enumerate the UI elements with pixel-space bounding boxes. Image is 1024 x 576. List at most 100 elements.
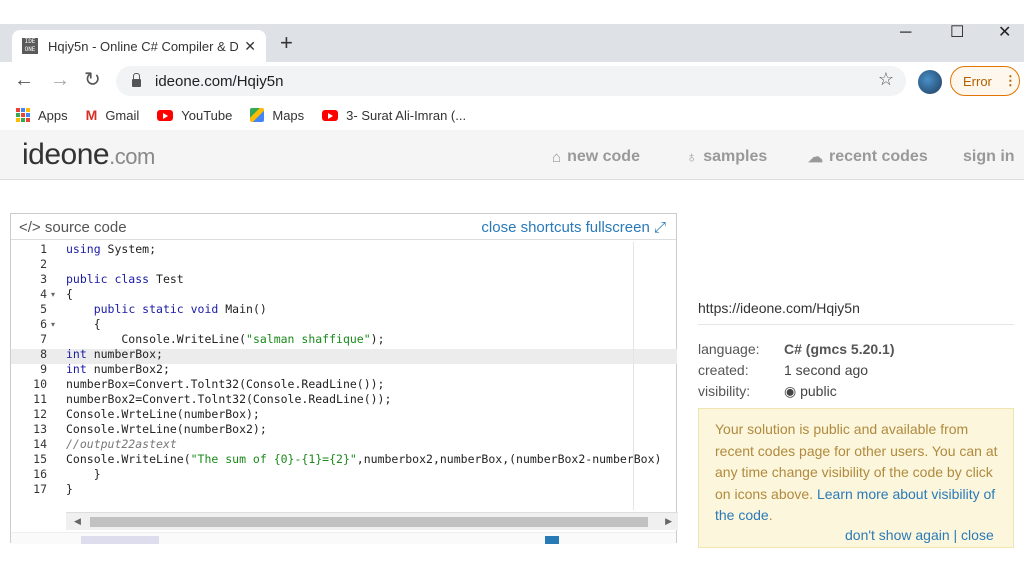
scroll-left-icon[interactable]: ◀ bbox=[74, 516, 81, 527]
code-line[interactable]: Console.WrteLine(numberBox2); bbox=[66, 422, 267, 437]
lock-icon[interactable] bbox=[132, 73, 141, 87]
tab-close-icon[interactable]: ✕ bbox=[244, 38, 256, 55]
bulb-icon: ♁ bbox=[686, 148, 698, 166]
error-button[interactable]: Error ⋮ bbox=[950, 66, 1020, 96]
code-line[interactable]: Console.WrteLine(numberBox); bbox=[66, 407, 260, 422]
window-close-icon[interactable]: ✕ bbox=[998, 24, 1011, 42]
editor-footer bbox=[11, 532, 676, 544]
address-bar[interactable]: ideone.com/Hqiy5n ☆ bbox=[116, 66, 906, 96]
back-icon[interactable]: ← bbox=[14, 68, 34, 92]
reload-icon[interactable]: ↻ bbox=[84, 68, 101, 92]
forward-icon[interactable]: → bbox=[50, 68, 70, 92]
line-number: 3 bbox=[40, 272, 47, 286]
code-line[interactable]: Console.WriteLine("The sum of {0}-{1}={2… bbox=[66, 452, 661, 467]
language-row: language: C# (gmcs 5.20.1) bbox=[698, 341, 1014, 357]
code-line[interactable]: Console.WriteLine("salman shaffique"); bbox=[66, 332, 384, 347]
tab-title: Hqiy5n - Online C# Compiler & D bbox=[48, 38, 239, 54]
ideone-logo[interactable]: ideone.com bbox=[22, 138, 155, 172]
menu-dots-icon[interactable]: ⋮ bbox=[1004, 73, 1017, 89]
line-number: 14 bbox=[33, 437, 47, 451]
code-line[interactable]: } bbox=[66, 467, 101, 482]
editor-actions[interactable]: close shortcuts fullscreen ⤢ bbox=[481, 219, 666, 236]
line-number: 1 bbox=[40, 242, 47, 256]
language-select[interactable] bbox=[81, 536, 159, 544]
bookmark-label: Apps bbox=[38, 107, 68, 123]
bookmark-youtube[interactable]: YouTube bbox=[157, 108, 232, 123]
syntax-checkbox[interactable] bbox=[545, 536, 559, 544]
code-line[interactable]: int numberBox; bbox=[66, 347, 163, 362]
code-line[interactable]: { bbox=[66, 287, 73, 302]
line-number: 9 bbox=[40, 362, 47, 376]
nav-label: recent codes bbox=[829, 148, 928, 165]
minimize-icon[interactable]: ─ bbox=[900, 24, 911, 42]
code-line[interactable]: //output22astext bbox=[66, 437, 177, 452]
scrollbar-thumb[interactable] bbox=[90, 517, 648, 527]
code-line[interactable]: using System; bbox=[66, 242, 156, 257]
nav-label: samples bbox=[703, 148, 768, 165]
fullscreen-icon[interactable]: ⤢ bbox=[654, 219, 666, 236]
editor-title: </> source code bbox=[19, 219, 127, 236]
line-number: 15 bbox=[33, 452, 47, 466]
editor-links-text[interactable]: close shortcuts fullscreen bbox=[481, 219, 649, 236]
tab-strip: IDE ONE Hqiy5n - Online C# Compiler & D … bbox=[0, 24, 1024, 62]
nav-sign-in[interactable]: sign in bbox=[963, 148, 1024, 166]
code-line[interactable]: int numberBox2; bbox=[66, 362, 170, 377]
visibility-value[interactable]: ◉ public bbox=[784, 383, 837, 399]
bookmark-label: Maps bbox=[272, 107, 305, 123]
bookmark-surat[interactable]: 3- Surat Ali-Imran (... bbox=[322, 108, 466, 123]
fold-toggle-icon[interactable]: ▾ bbox=[51, 317, 55, 332]
created-label: created: bbox=[698, 362, 749, 378]
bookmark-star-icon[interactable]: ☆ bbox=[878, 69, 894, 90]
nav-label: new code bbox=[567, 148, 640, 165]
visibility-row: visibility: ◉ public bbox=[698, 383, 1014, 399]
code-line[interactable]: public class Test bbox=[66, 272, 184, 287]
ideone-favicon-icon: IDE ONE bbox=[22, 38, 38, 54]
nav-label: sign in bbox=[963, 148, 1015, 165]
bookmark-label: YouTube bbox=[181, 107, 233, 123]
browser-tab[interactable]: IDE ONE Hqiy5n - Online C# Compiler & D … bbox=[12, 30, 266, 62]
print-margin bbox=[633, 242, 634, 510]
site-header: ideone.com ⌂ new code ♁ samples ☁ recent… bbox=[0, 130, 1024, 180]
notice-footer-links[interactable]: don't show again | close bbox=[845, 525, 994, 547]
line-number: 2 bbox=[40, 257, 47, 271]
nav-recent-codes[interactable]: ☁ recent codes bbox=[808, 148, 928, 166]
bookmark-gmail[interactable]: M Gmail bbox=[86, 107, 140, 123]
bookmark-maps[interactable]: Maps bbox=[250, 108, 304, 123]
horizontal-scrollbar[interactable]: ◀ ▶ bbox=[66, 512, 678, 530]
code-line[interactable]: public static void Main() bbox=[66, 302, 267, 317]
submission-url[interactable]: https://ideone.com/Hqiy5n bbox=[698, 300, 1014, 325]
code-line[interactable]: { bbox=[66, 317, 101, 332]
line-number: 13 bbox=[33, 422, 47, 436]
bookmark-label: 3- Surat Ali-Imran (... bbox=[346, 107, 467, 123]
nav-samples[interactable]: ♁ samples bbox=[686, 148, 767, 166]
created-value: 1 second ago bbox=[784, 362, 869, 378]
line-number: 4 bbox=[40, 287, 47, 301]
browser-window: IDE ONE Hqiy5n - Online C# Compiler & D … bbox=[0, 0, 1024, 576]
line-number: 8 bbox=[40, 347, 47, 361]
editor-header: </> source code close shortcuts fullscre… bbox=[11, 214, 676, 240]
line-number: 5 bbox=[40, 302, 47, 316]
language-value: C# (gmcs 5.20.1) bbox=[784, 341, 895, 357]
profile-avatar[interactable] bbox=[918, 70, 942, 94]
scroll-right-icon[interactable]: ▶ bbox=[665, 516, 672, 527]
code-icon: </> bbox=[19, 219, 45, 236]
editor-title-text: source code bbox=[44, 219, 127, 236]
nav-new-code[interactable]: ⌂ new code bbox=[552, 148, 640, 166]
line-number: 6 bbox=[40, 317, 47, 331]
code-text-area[interactable]: using System; public class Test{ public s… bbox=[66, 242, 661, 512]
code-line[interactable]: } bbox=[66, 482, 73, 497]
logo-main: ideone bbox=[22, 138, 110, 171]
url-text[interactable]: ideone.com/Hqiy5n bbox=[155, 73, 283, 90]
maximize-icon[interactable]: ☐ bbox=[950, 24, 964, 42]
code-editor: </> source code close shortcuts fullscre… bbox=[10, 213, 678, 544]
line-number: 10 bbox=[33, 377, 47, 391]
bookmark-apps[interactable]: Apps bbox=[16, 108, 68, 123]
code-line[interactable]: numberBox=Convert.Tolnt32(Console.ReadLi… bbox=[66, 377, 385, 392]
code-line[interactable]: numberBox2=Convert.Tolnt32(Console.ReadL… bbox=[66, 392, 391, 407]
cloud-icon: ☁ bbox=[808, 149, 823, 166]
new-tab-icon[interactable]: + bbox=[280, 32, 293, 54]
fold-toggle-icon[interactable]: ▾ bbox=[51, 287, 55, 302]
line-number-gutter: 1 2 3 4 ▾ 5 6 ▾ 7 8 9 10 11 12 13 14 15 16 17 bbox=[11, 242, 66, 512]
maps-icon bbox=[250, 108, 265, 122]
visibility-text: public bbox=[800, 383, 837, 399]
